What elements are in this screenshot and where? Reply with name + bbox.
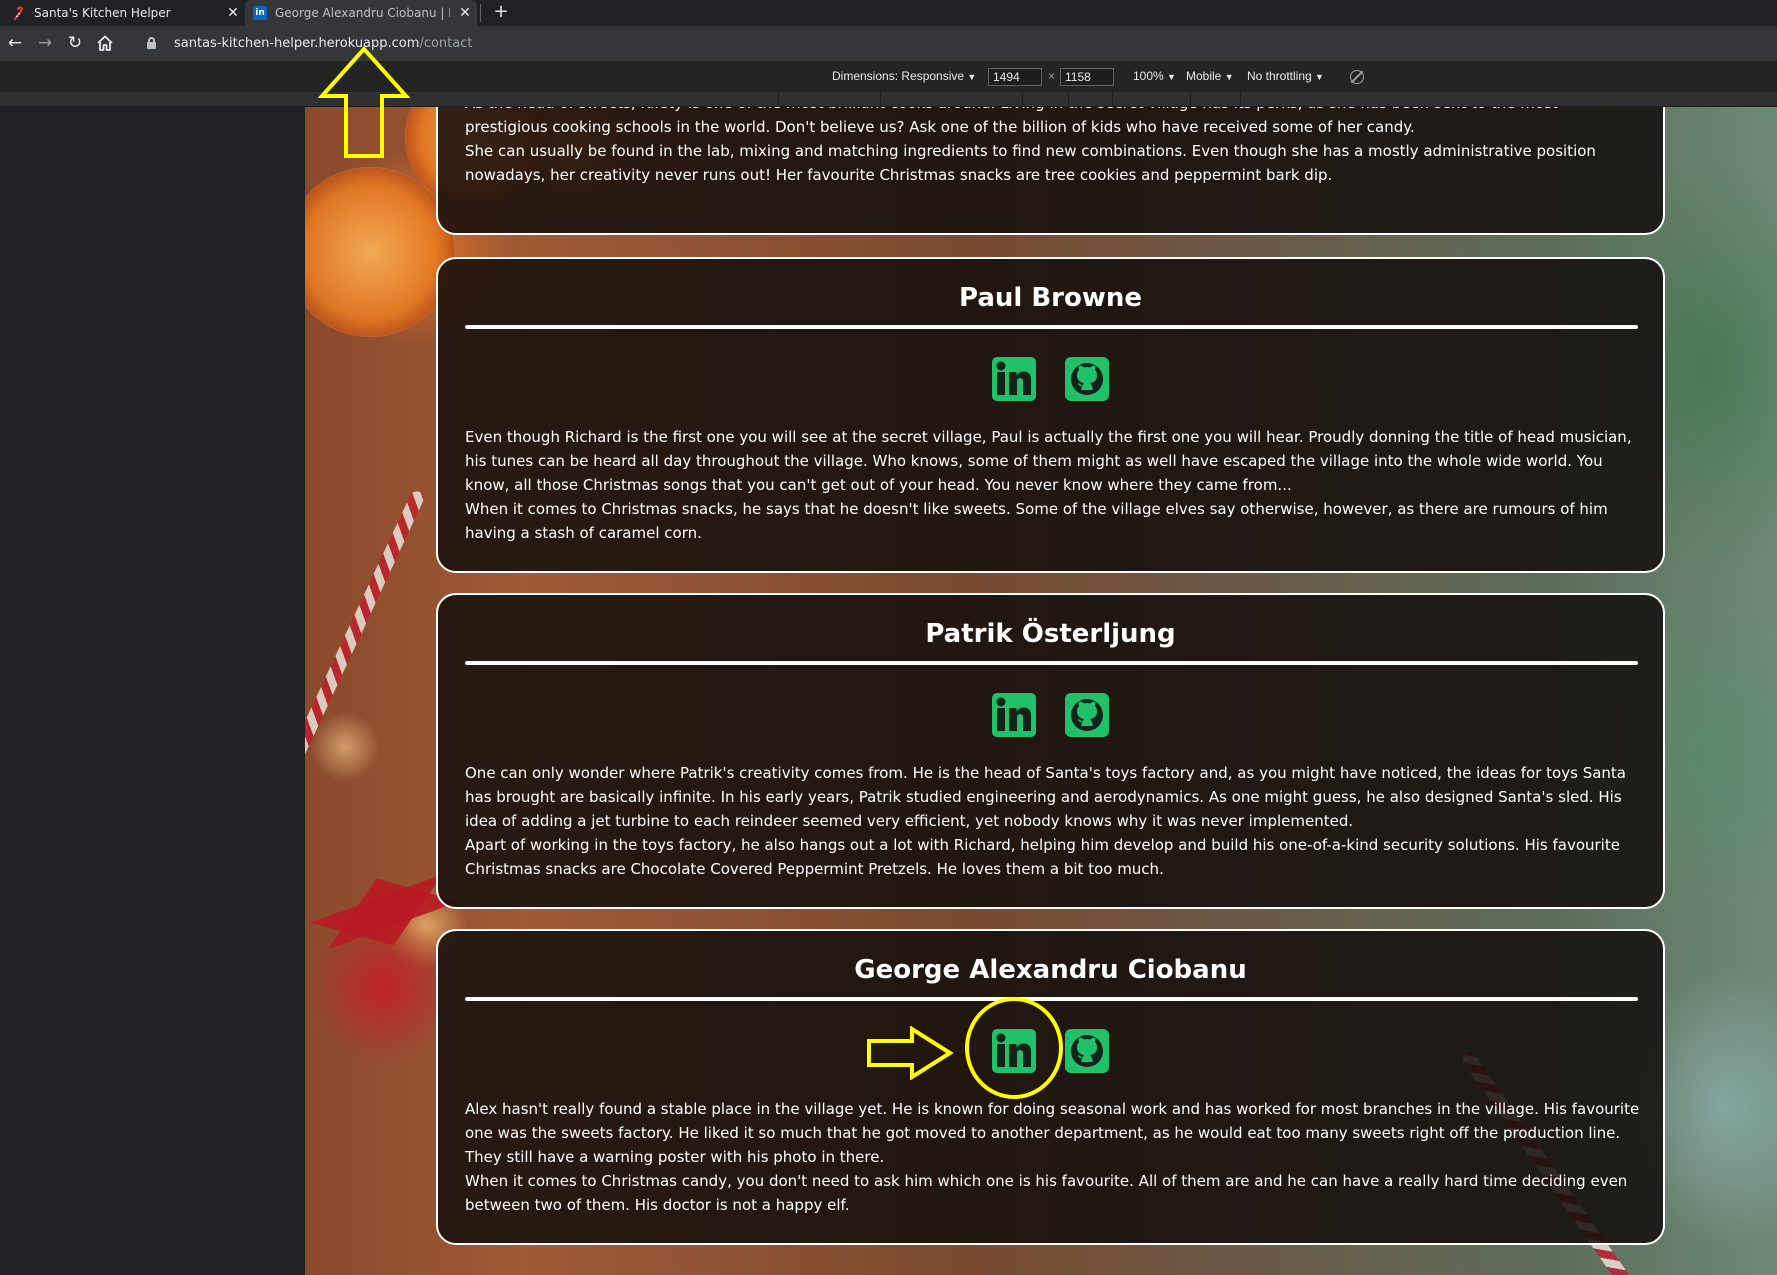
tab-linkedin-profile[interactable]: in George Alexandru Ciobanu | Link ✕	[245, 0, 477, 26]
tab-title: George Alexandru Ciobanu | Link	[275, 6, 450, 20]
lock-icon[interactable]	[146, 36, 158, 50]
card-bio: One can only wonder where Patrik's creat…	[465, 761, 1640, 881]
dropdown-arrow-icon: ▼	[1224, 72, 1234, 82]
linkedin-favicon-icon: in	[253, 6, 267, 20]
dropdown-arrow-icon: ▼	[1315, 72, 1324, 82]
github-icon[interactable]	[1065, 1029, 1109, 1073]
github-icon[interactable]	[1065, 357, 1109, 401]
candy-cane-decoration	[305, 489, 426, 785]
bio-paragraph: As the head of sweets, Kirsty is one of …	[465, 107, 1558, 136]
linkedin-icon[interactable]	[992, 693, 1036, 737]
close-tab-icon[interactable]: ✕	[225, 5, 241, 21]
tab-santas-kitchen-helper[interactable]: Santa's Kitchen Helper ✕	[0, 0, 245, 26]
media-query-ruler[interactable]	[0, 92, 1777, 107]
reload-icon[interactable]: ↻	[64, 32, 86, 54]
bio-paragraph: When it comes to Christmas snacks, he sa…	[465, 500, 1608, 542]
card-bio: Alex hasn't really found a stable place …	[465, 1097, 1640, 1217]
back-arrow-icon[interactable]: ←	[4, 32, 26, 54]
linkedin-icon[interactable]	[992, 357, 1036, 401]
name-divider	[465, 997, 1638, 1001]
close-tab-icon[interactable]: ✕	[457, 5, 473, 21]
bio-paragraph: Apart of working in the toys factory, he…	[465, 836, 1620, 878]
new-tab-icon[interactable]: +	[490, 1, 512, 23]
bio-paragraph: One can only wonder where Patrik's creat…	[465, 764, 1626, 830]
dimension-separator: ×	[1048, 69, 1056, 83]
throttling-dropdown[interactable]: No throttling ▼	[1247, 69, 1324, 83]
team-member-card: Patrik Österljung One can only wonder wh…	[436, 593, 1665, 909]
member-name: Paul Browne	[958, 283, 1143, 313]
bio-paragraph: Alex hasn't really found a stable place …	[465, 1100, 1640, 1166]
device-toolbar: Dimensions: Responsive ▼ 1494 × 1158 100…	[0, 60, 1777, 92]
home-icon[interactable]	[96, 34, 114, 52]
dropdown-arrow-icon: ▼	[1167, 72, 1176, 82]
member-name: George Alexandru Ciobanu	[854, 955, 1247, 985]
device-type-dropdown[interactable]: Mobile ▼	[1186, 69, 1234, 83]
address-bar[interactable]: santas-kitchen-helper.herokuapp.com/cont…	[134, 29, 1764, 57]
bio-paragraph: When it comes to Christmas candy, you do…	[465, 1172, 1628, 1214]
member-name: Patrik Österljung	[925, 619, 1176, 649]
team-member-card: George Alexandru Ciobanu Alex hasn't rea…	[436, 929, 1665, 1245]
bio-paragraph: She can usually be found in the lab, mix…	[465, 142, 1596, 184]
name-divider	[465, 325, 1638, 329]
tab-strip: Santa's Kitchen Helper ✕ in George Alexa…	[0, 0, 1777, 26]
rotate-icon[interactable]	[1350, 70, 1364, 84]
forward-arrow-icon[interactable]: →	[34, 32, 56, 54]
candy-cane-favicon-icon	[13, 6, 23, 20]
height-input[interactable]: 1158	[1060, 68, 1114, 86]
tab-divider	[480, 4, 481, 22]
width-input[interactable]: 1494	[988, 68, 1042, 86]
url-host: santas-kitchen-helper.herokuapp.com	[174, 35, 420, 51]
tab-title: Santa's Kitchen Helper	[34, 6, 171, 20]
bio-paragraph: Even though Richard is the first one you…	[465, 428, 1632, 494]
browser-toolbar: ← → ↻ santas-kitchen-helper.herokuapp.co…	[0, 26, 1777, 60]
page-viewport: As the head of sweets, Kirsty is one of …	[305, 107, 1777, 1275]
team-member-card: As the head of sweets, Kirsty is one of …	[436, 107, 1665, 235]
linkedin-icon[interactable]	[992, 1029, 1036, 1073]
github-icon[interactable]	[1065, 693, 1109, 737]
name-divider	[465, 661, 1638, 665]
card-bio: Even though Richard is the first one you…	[465, 425, 1640, 545]
dimensions-dropdown[interactable]: Dimensions: Responsive ▼	[832, 69, 976, 83]
url-path: /contact	[419, 35, 473, 51]
card-bio: As the head of sweets, Kirsty is one of …	[465, 107, 1640, 187]
responsive-viewport-gutter	[0, 107, 305, 1275]
zoom-dropdown[interactable]: 100% ▼	[1133, 69, 1176, 83]
dropdown-arrow-icon: ▼	[967, 72, 977, 82]
team-member-card: Paul Browne Even though Richard is the f…	[436, 257, 1665, 573]
